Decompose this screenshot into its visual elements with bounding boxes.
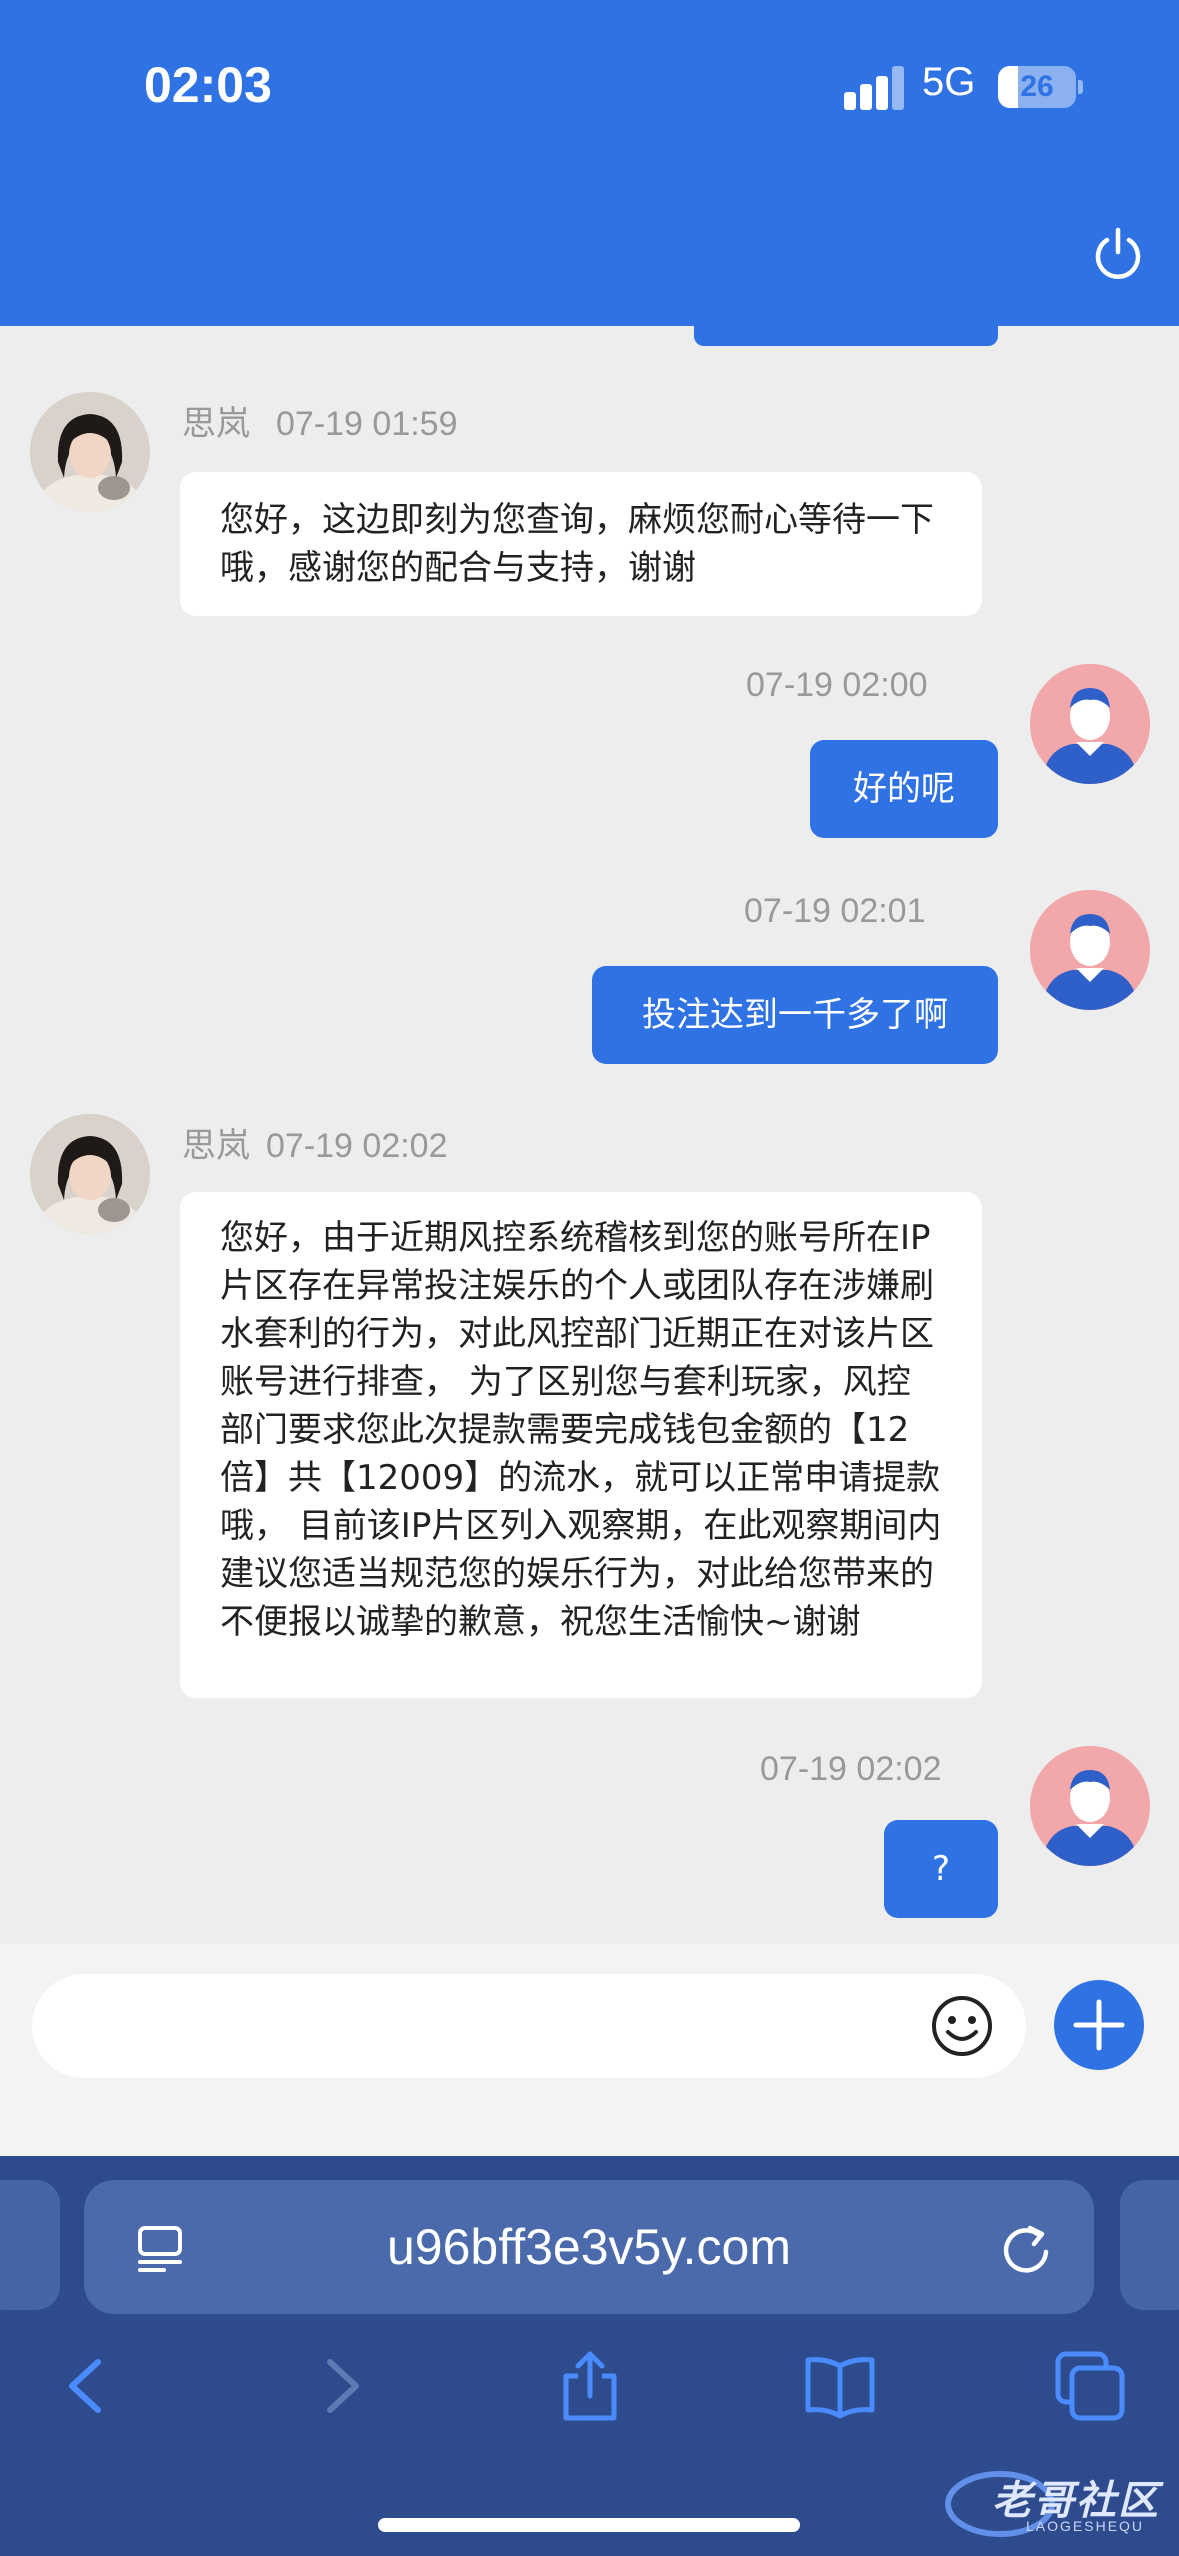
home-indicator <box>378 2518 800 2532</box>
message-time: 07-19 02:01 <box>744 892 926 930</box>
user-avatar[interactable] <box>1030 664 1150 784</box>
user-message-bubble: ? <box>884 1820 998 1918</box>
user-silhouette-icon <box>1030 890 1150 1010</box>
bookmarks-icon[interactable] <box>800 2346 880 2426</box>
user-avatar[interactable] <box>1030 890 1150 1010</box>
sender-name: 思岚 <box>182 405 250 443</box>
agent-avatar[interactable] <box>30 392 150 512</box>
message-meta: 思岚 07-19 02:02 <box>182 1118 448 1167</box>
message-time: 07-19 02:02 <box>266 1127 448 1165</box>
agent-photo-icon <box>30 392 150 512</box>
chat-area[interactable]: 思岚 07-19 01:59 您好，这边即刻为您查询，麻烦您耐心等待一下哦，感谢您… <box>0 326 1179 1944</box>
emoji-icon[interactable] <box>930 1994 994 2058</box>
user-silhouette-icon <box>1030 1746 1150 1866</box>
status-time: 02:03 <box>144 57 272 113</box>
composer-bar <box>0 1944 1179 2156</box>
watermark-logo: 老哥社区 LAOGESHEQU <box>940 2458 1170 2548</box>
agent-message-bubble: 您好，由于近期风控系统稽核到您的账号所在IP片区存在异常投注娱乐的个人或团队存在… <box>180 1192 982 1698</box>
message-time: 07-19 01:59 <box>276 405 458 443</box>
user-message-bubble: 好的呢 <box>810 740 998 838</box>
message-meta: 思岚 07-19 01:59 <box>182 396 458 445</box>
app-header: 02:03 5G 26 <box>0 0 1179 326</box>
share-icon[interactable] <box>550 2346 630 2426</box>
message-time: 07-19 02:00 <box>746 666 928 704</box>
message-time: 07-19 02:02 <box>760 1750 942 1788</box>
message-input[interactable] <box>32 1974 1026 2078</box>
agent-message-bubble: 您好，这边即刻为您查询，麻烦您耐心等待一下哦，感谢您的配合与支持，谢谢 <box>180 472 982 616</box>
url-text: u96bff3e3v5y.com <box>387 2219 791 2275</box>
previous-message-bubble <box>694 326 998 346</box>
back-icon[interactable] <box>48 2346 128 2426</box>
forward-icon[interactable] <box>300 2346 380 2426</box>
user-message-bubble: 投注达到一千多了啊 <box>592 966 998 1064</box>
power-icon[interactable] <box>1090 226 1146 282</box>
previous-tab-card[interactable] <box>0 2180 60 2310</box>
browser-toolbar: u96bff3e3v5y.com 老哥社区 LAOGESHEQU <box>0 2156 1179 2556</box>
plus-icon <box>1073 1999 1125 2051</box>
battery-tip <box>1078 80 1083 94</box>
network-type: 5G <box>922 60 976 104</box>
battery-icon: 26 <box>998 66 1076 108</box>
user-silhouette-icon <box>1030 664 1150 784</box>
watermark-subtext: LAOGESHEQU <box>1026 2518 1145 2534</box>
reload-icon[interactable] <box>996 2218 1056 2278</box>
agent-avatar[interactable] <box>30 1114 150 1234</box>
battery-level: 26 <box>1020 70 1054 103</box>
address-bar[interactable]: u96bff3e3v5y.com <box>84 2180 1094 2314</box>
next-tab-card[interactable] <box>1120 2180 1179 2310</box>
tab-switcher-icon[interactable] <box>1050 2346 1130 2426</box>
signal-icon <box>844 64 904 110</box>
user-avatar[interactable] <box>1030 1746 1150 1866</box>
add-attachment-button[interactable] <box>1054 1980 1144 2070</box>
sender-name: 思岚 <box>182 1127 250 1165</box>
agent-photo-icon <box>30 1114 150 1234</box>
